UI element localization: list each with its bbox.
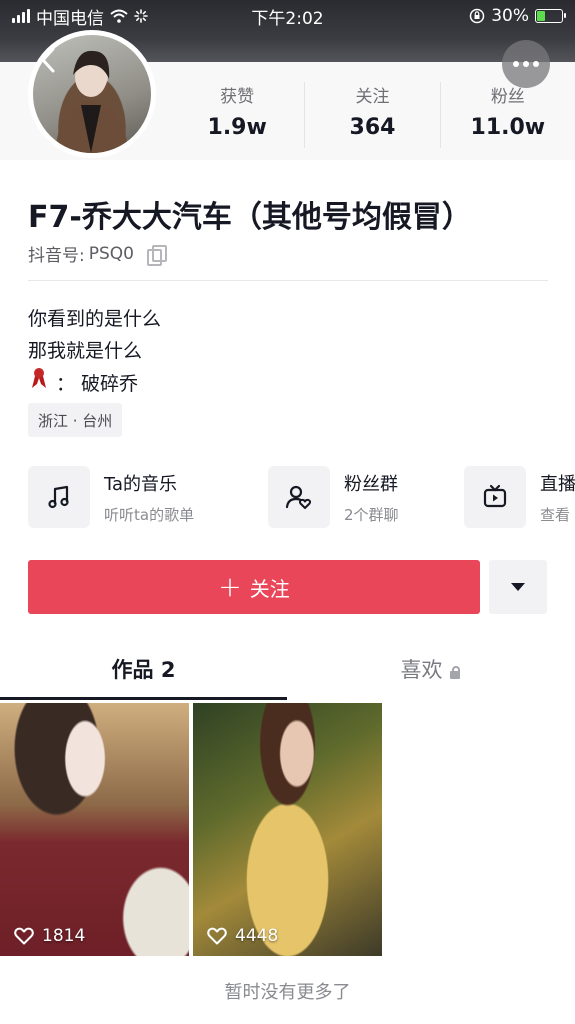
like-count: 1814 xyxy=(14,926,85,946)
shortcut-title: 粉丝群 xyxy=(344,474,398,495)
video-thumbnail[interactable]: 4448 xyxy=(193,703,382,956)
tab-label: 喜欢 xyxy=(400,658,443,682)
ellipsis-icon xyxy=(513,61,519,67)
battery-icon xyxy=(535,9,566,23)
stat-label: 关注 xyxy=(355,87,390,107)
carrier-name: 中国电信 xyxy=(36,8,104,29)
status-bar: 中国电信 下午2:02 30% xyxy=(0,0,575,32)
shortcut-subtitle: 2个群聊 xyxy=(344,506,399,524)
caret-down-icon xyxy=(511,583,525,591)
video-grid: 1814 4448 xyxy=(0,703,575,956)
stat-likes[interactable]: 获赞 1.9w xyxy=(170,82,306,148)
cellular-signal-icon xyxy=(12,9,30,23)
stat-label: 获赞 xyxy=(220,87,255,107)
shortcut-fan-group[interactable]: 粉丝群 2个群聊 xyxy=(268,466,399,528)
like-count-value: 1814 xyxy=(42,926,86,946)
follow-label: 关注 xyxy=(249,576,290,601)
back-button[interactable] xyxy=(34,46,62,78)
heart-icon xyxy=(207,927,227,945)
music-note-icon xyxy=(48,485,69,509)
id-label: 抖音号: xyxy=(28,246,85,266)
plus-icon: + xyxy=(218,570,242,603)
shortcut-title: 直播 xyxy=(540,474,575,495)
shortcut-live[interactable]: 直播 查看 xyxy=(464,466,575,528)
stat-following[interactable]: 关注 364 xyxy=(305,82,441,148)
loading-spinner-icon xyxy=(134,9,148,23)
content-tabs: 作品 2 喜欢 xyxy=(0,640,575,700)
recommend-dropdown-button[interactable] xyxy=(489,560,547,614)
bio-line: 你看到的是什么 xyxy=(28,308,162,330)
stat-followers[interactable]: 粉丝 11.0w xyxy=(441,82,575,148)
profile-name: F7-乔大大汽车（其他号均假冒） xyxy=(28,200,472,235)
shortcut-subtitle: 查看 xyxy=(540,506,571,524)
video-thumbnail[interactable]: 1814 xyxy=(0,703,189,956)
battery-percent: 30% xyxy=(491,6,529,26)
tab-works[interactable]: 作品 2 xyxy=(0,640,287,700)
chevron-left-icon xyxy=(41,47,55,73)
stat-value: 364 xyxy=(349,115,396,140)
stat-label: 粉丝 xyxy=(490,87,525,107)
douyin-id-row: 抖音号: PSQ0 xyxy=(28,241,167,266)
no-more-content: 暂时没有更多了 xyxy=(224,982,351,1003)
shortcut-music[interactable]: Ta的音乐 听听ta的歌单 xyxy=(28,466,194,528)
id-value: PSQ0 xyxy=(88,243,134,264)
bio-line: ： 破碎乔 xyxy=(56,372,139,395)
bio-line: 那我就是什么 xyxy=(28,340,143,362)
profile-bio: 你看到的是什么 那我就是什么 ： 破碎乔 xyxy=(28,303,161,400)
profile-shortcuts: Ta的音乐 听听ta的歌单 粉丝群 2个群聊 直播 查看 xyxy=(28,466,575,530)
wifi-icon xyxy=(110,9,128,23)
copy-icon[interactable] xyxy=(146,244,167,266)
location-tag: 浙江 · 台州 xyxy=(28,403,123,437)
follow-button[interactable]: + 关注 xyxy=(28,560,480,614)
like-count: 4448 xyxy=(207,926,278,946)
tab-likes[interactable]: 喜欢 xyxy=(287,640,574,700)
heart-icon xyxy=(14,927,34,945)
more-options-button[interactable] xyxy=(502,40,550,88)
shortcut-subtitle: 听听ta的歌单 xyxy=(104,506,195,524)
ribbon-icon xyxy=(28,367,50,400)
tab-label: 作品 2 xyxy=(111,658,176,682)
stat-value: 1.9w xyxy=(207,115,267,140)
orientation-lock-icon xyxy=(469,8,485,24)
fan-group-icon xyxy=(285,485,312,509)
shortcut-title: Ta的音乐 xyxy=(104,474,178,495)
profile-stats: 获赞 1.9w 关注 364 粉丝 11.0w xyxy=(170,82,575,148)
stat-value: 11.0w xyxy=(470,115,546,140)
tv-live-icon xyxy=(483,484,507,508)
lock-icon xyxy=(449,666,461,679)
divider xyxy=(28,280,548,281)
like-count-value: 4448 xyxy=(235,926,279,946)
